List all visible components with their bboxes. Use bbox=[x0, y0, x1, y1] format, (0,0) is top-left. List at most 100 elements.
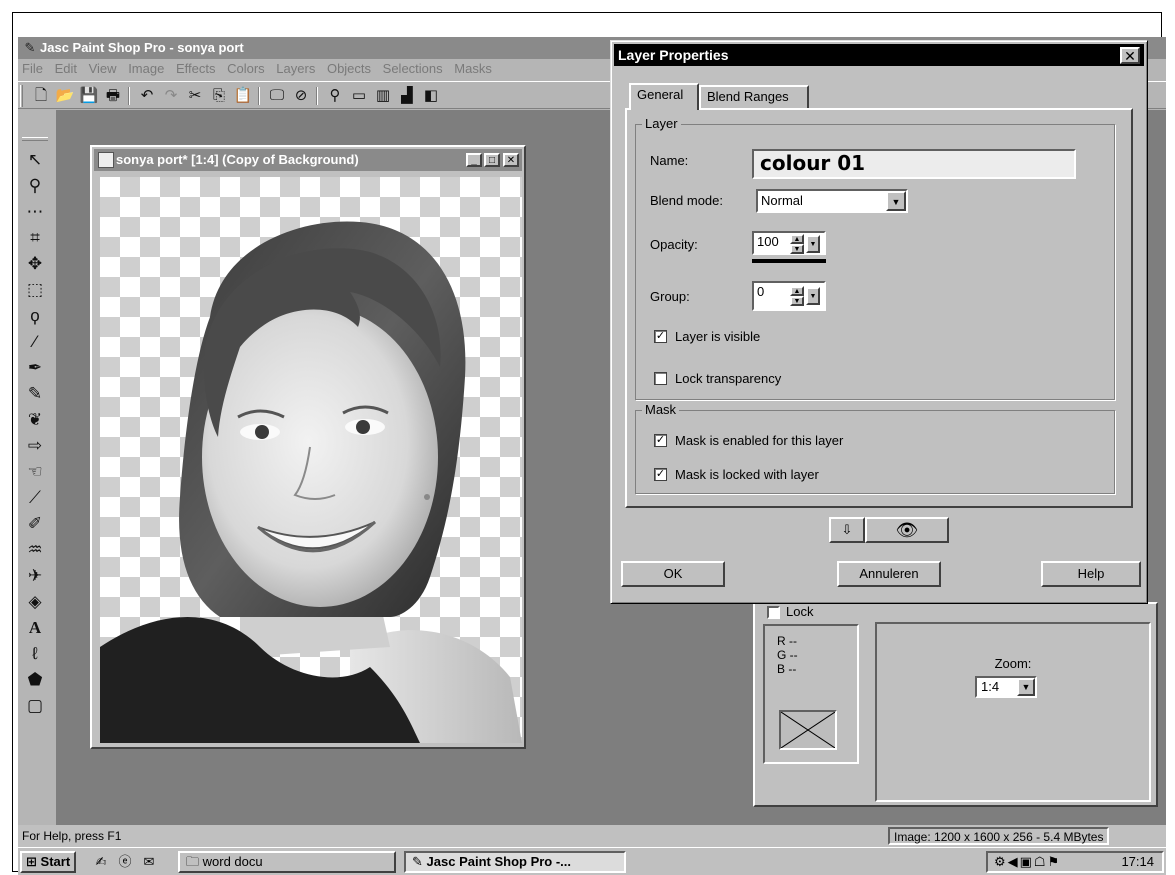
spin-down-icon[interactable]: ▼ bbox=[790, 244, 804, 254]
show-desktop-icon[interactable]: ✍ bbox=[92, 853, 110, 871]
close-icon[interactable]: ✕ bbox=[503, 153, 519, 167]
spin-up-icon[interactable]: ▲ bbox=[790, 286, 804, 296]
text-tool-icon[interactable]: A bbox=[22, 615, 48, 641]
lock-transparency-option[interactable]: Lock transparency bbox=[654, 371, 781, 387]
menu-selections[interactable]: Selections bbox=[379, 59, 447, 79]
layer-visible-label: Layer is visible bbox=[675, 329, 761, 344]
outlook-express-icon[interactable]: ✉ bbox=[140, 853, 158, 871]
picture-tube-icon[interactable]: ♒ bbox=[22, 537, 48, 563]
redo-icon[interactable]: ↷ bbox=[160, 85, 182, 107]
ok-button[interactable]: OK bbox=[621, 561, 725, 587]
task-paint-shop-pro[interactable]: ✎ Jasc Paint Shop Pro -... bbox=[404, 851, 626, 873]
preset-shapes-icon[interactable]: ⬟ bbox=[22, 667, 48, 693]
new-file-icon[interactable]: 🗋 bbox=[30, 85, 52, 107]
deformation-tool-icon[interactable]: ⋯ bbox=[22, 199, 48, 225]
menu-masks[interactable]: Masks bbox=[450, 59, 496, 79]
copy-icon[interactable]: ⎘ bbox=[208, 85, 230, 107]
blend-mode-select[interactable]: Normal ▼ bbox=[756, 189, 908, 213]
freehand-tool-icon[interactable]: ϙ bbox=[22, 303, 48, 329]
selection-tool-icon[interactable]: ⬚ bbox=[22, 277, 48, 303]
paint-brush-icon[interactable]: ✎ bbox=[22, 381, 48, 407]
menu-layers[interactable]: Layers bbox=[272, 59, 319, 79]
color-replacer-icon[interactable]: ⇨ bbox=[22, 433, 48, 459]
print-icon[interactable]: 🖶 bbox=[102, 85, 124, 107]
tool-palette-toggle-icon[interactable]: ⚲ bbox=[324, 85, 346, 107]
layer-group-label: Layer bbox=[642, 116, 681, 131]
layer-name-input[interactable]: colour 01 bbox=[752, 149, 1076, 179]
airbrush-icon[interactable]: ✈ bbox=[22, 563, 48, 589]
tab-general[interactable]: General bbox=[629, 83, 699, 110]
zoom-tool-icon[interactable]: ⚲ bbox=[22, 173, 48, 199]
proof-button[interactable]: ⇩ bbox=[829, 517, 865, 543]
crop-tool-icon[interactable]: ⌗ bbox=[22, 225, 48, 251]
clone-brush-icon[interactable]: ❦ bbox=[22, 407, 48, 433]
mask-locked-label: Mask is locked with layer bbox=[675, 467, 819, 482]
tool-options-toggle-icon[interactable]: ▭ bbox=[348, 85, 370, 107]
spin-down-icon[interactable]: ▼ bbox=[790, 296, 804, 306]
draw-tool-icon[interactable]: ℓ bbox=[22, 641, 48, 667]
cancel-button[interactable]: Annuleren bbox=[837, 561, 941, 587]
menu-effects[interactable]: Effects bbox=[172, 59, 220, 79]
open-file-icon[interactable]: 📂 bbox=[54, 85, 76, 107]
tool-palette-grip[interactable] bbox=[22, 137, 48, 141]
paste-icon[interactable]: 📋 bbox=[232, 85, 254, 107]
menu-view[interactable]: View bbox=[85, 59, 121, 79]
menu-edit[interactable]: Edit bbox=[51, 59, 81, 79]
menu-image[interactable]: Image bbox=[124, 59, 168, 79]
slider-popup-icon[interactable]: ▼ bbox=[806, 287, 820, 305]
dropper-tool-icon[interactable]: ✒ bbox=[22, 355, 48, 381]
undo-icon[interactable]: ↶ bbox=[136, 85, 158, 107]
mask-locked-option[interactable]: ✓ Mask is locked with layer bbox=[654, 467, 819, 483]
start-button[interactable]: ⊞ Start bbox=[20, 851, 76, 873]
minimize-icon[interactable]: _ bbox=[466, 153, 482, 167]
help-button[interactable]: Help bbox=[1041, 561, 1141, 587]
menu-file[interactable]: File bbox=[18, 59, 47, 79]
mask-enabled-option[interactable]: ✓ Mask is enabled for this layer bbox=[654, 433, 843, 449]
close-icon[interactable]: ✕ bbox=[1120, 47, 1140, 64]
image-window-title-bar[interactable]: sonya port* [1:4] (Copy of Background) _… bbox=[94, 149, 522, 171]
arrow-tool-icon[interactable]: ↖ bbox=[22, 147, 48, 173]
menu-colors[interactable]: Colors bbox=[223, 59, 269, 79]
scratch-remover-icon[interactable]: ⟋ bbox=[22, 485, 48, 511]
group-spinner[interactable]: 0 ▲ ▼ ▼ bbox=[752, 281, 826, 311]
app-title: Jasc Paint Shop Pro - sonya port bbox=[40, 40, 244, 55]
chevron-down-icon[interactable]: ▼ bbox=[886, 191, 906, 211]
task-word-docu[interactable]: 🗀 word docu bbox=[178, 851, 396, 873]
layer-visible-option[interactable]: ✓ Layer is visible bbox=[654, 329, 760, 345]
object-selector-icon[interactable]: ▢ bbox=[22, 693, 48, 719]
flood-fill-icon[interactable]: ◈ bbox=[22, 589, 48, 615]
chevron-down-icon[interactable]: ▼ bbox=[1017, 678, 1035, 696]
spin-up-icon[interactable]: ▲ bbox=[790, 234, 804, 244]
image-canvas[interactable] bbox=[100, 177, 522, 743]
clock[interactable]: 17:14 bbox=[1121, 853, 1154, 871]
mask-enabled-checkbox[interactable]: ✓ bbox=[654, 434, 667, 448]
slider-popup-icon[interactable]: ▼ bbox=[806, 235, 820, 253]
internet-explorer-icon[interactable]: ⓔ bbox=[116, 853, 134, 871]
opacity-spinner[interactable]: 100 ▲ ▼ ▼ bbox=[752, 231, 826, 255]
menu-objects[interactable]: Objects bbox=[323, 59, 375, 79]
preview-button[interactable]: 👁 bbox=[865, 517, 949, 543]
color-palette-toggle-icon[interactable]: ▥ bbox=[372, 85, 394, 107]
mover-tool-icon[interactable]: ✥ bbox=[22, 251, 48, 277]
lock-transparency-checkbox[interactable] bbox=[654, 372, 667, 386]
save-icon[interactable]: 💾 bbox=[78, 85, 100, 107]
mask-locked-checkbox[interactable]: ✓ bbox=[654, 468, 667, 482]
dialog-title-bar[interactable]: Layer Properties ✕ bbox=[614, 44, 1144, 66]
layer-visible-checkbox[interactable]: ✓ bbox=[654, 330, 667, 344]
toolbar-grip[interactable] bbox=[20, 85, 23, 107]
layer-palette-toggle-icon[interactable]: ◧ bbox=[420, 85, 442, 107]
tab-blend-ranges[interactable]: Blend Ranges bbox=[699, 85, 809, 109]
maximize-icon[interactable]: □ bbox=[484, 153, 500, 167]
retouch-tool-icon[interactable]: ☜ bbox=[22, 459, 48, 485]
lock-option[interactable]: Lock bbox=[767, 604, 813, 620]
tray-icons[interactable]: ⚙◀▣☖⚑ bbox=[994, 853, 1061, 871]
eraser-tool-icon[interactable]: ✐ bbox=[22, 511, 48, 537]
histogram-toggle-icon[interactable]: ▟ bbox=[396, 85, 418, 107]
lock-checkbox[interactable] bbox=[767, 606, 780, 620]
magic-wand-icon[interactable]: ⁄ bbox=[22, 329, 48, 355]
green-value: G -- bbox=[777, 648, 798, 662]
zoom-select[interactable]: 1:4 ▼ bbox=[975, 676, 1037, 698]
normal-viewing-icon[interactable]: ⊘ bbox=[290, 85, 312, 107]
full-screen-preview-icon[interactable]: 🖵 bbox=[266, 85, 288, 107]
cut-icon[interactable]: ✂ bbox=[184, 85, 206, 107]
